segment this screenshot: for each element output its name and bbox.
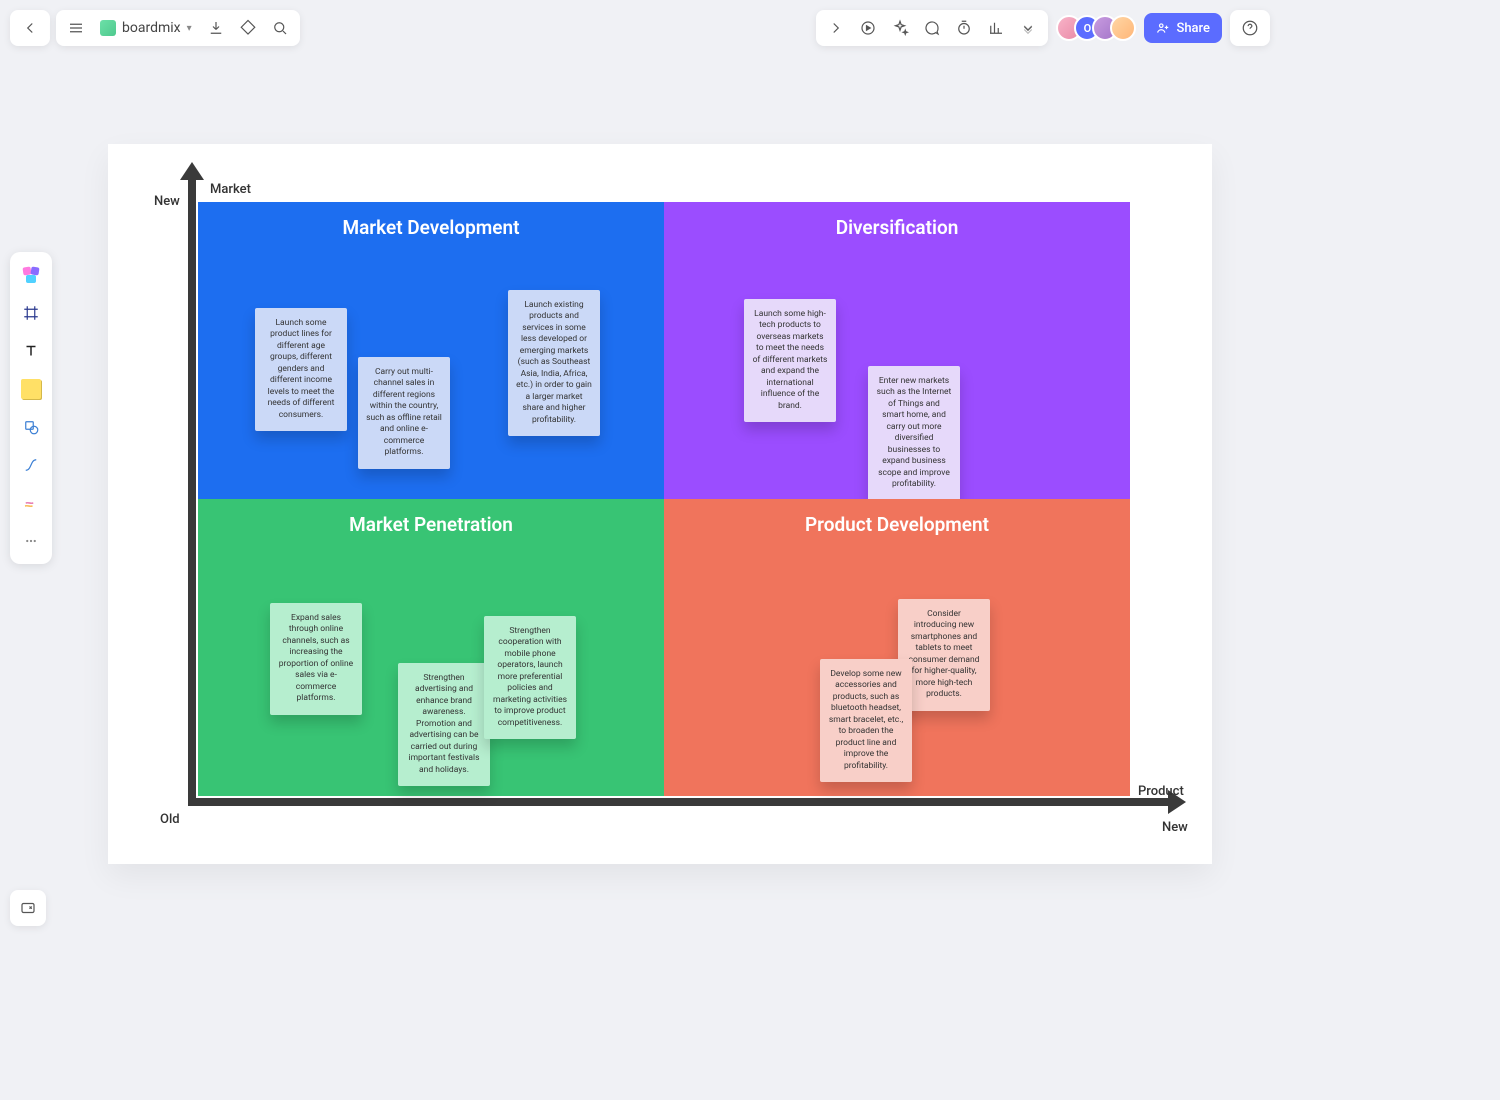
quadrant-title: Diversification (664, 216, 1130, 239)
quadrant-title: Market Development (198, 216, 664, 239)
sticky-note[interactable]: Launch some high-tech products to overse… (744, 299, 836, 422)
play-button[interactable] (852, 12, 884, 44)
side-toolbar (10, 252, 52, 564)
brand-name: boardmix (122, 20, 181, 36)
chevron-down-icon (1019, 19, 1037, 37)
share-label: Share (1176, 21, 1210, 36)
y-axis (188, 174, 196, 804)
more-tools-button[interactable] (14, 524, 48, 558)
avatar[interactable] (1110, 15, 1136, 41)
sticky-button[interactable] (14, 372, 48, 406)
templates-button[interactable] (14, 258, 48, 292)
sticky-note[interactable]: Launch existing products and services in… (508, 290, 600, 436)
quadrant-market-penetration[interactable]: Market Penetration Expand sales through … (198, 499, 664, 796)
quadrant-diversification[interactable]: Diversification Launch some high-tech pr… (664, 202, 1130, 499)
comment-icon (923, 19, 941, 37)
quadrant-market-development[interactable]: Market Development Launch some product l… (198, 202, 664, 499)
back-button[interactable] (14, 12, 46, 44)
chevron-right-icon (827, 19, 845, 37)
avatar-initial: O (1084, 22, 1092, 35)
quadrant-product-development[interactable]: Product Development Consider introducing… (664, 499, 1130, 796)
quadrant-title: Market Penetration (198, 513, 664, 536)
frame-icon (22, 304, 40, 322)
shape-button[interactable] (14, 410, 48, 444)
sticky-note[interactable]: Expand sales through online channels, su… (270, 603, 362, 715)
pen-icon (22, 494, 40, 512)
templates-icon (21, 267, 41, 283)
top-left-toolbar: boardmix ▾ (10, 10, 300, 46)
sticky-note[interactable]: Carry out multi-channel sales in differe… (358, 357, 450, 469)
minimap-icon (19, 899, 37, 917)
chevron-left-icon (21, 19, 39, 37)
brand-dropdown[interactable]: boardmix ▾ (92, 20, 200, 36)
x-axis-label: Product (1138, 784, 1184, 799)
text-icon (22, 342, 40, 360)
ansoff-matrix: Market Development Launch some product l… (198, 202, 1130, 796)
share-button[interactable]: Share (1144, 13, 1222, 43)
menu-button[interactable] (60, 12, 92, 44)
chart-icon (987, 19, 1005, 37)
connector-icon (22, 456, 40, 474)
shape-icon (22, 418, 40, 436)
help-group (1230, 10, 1270, 46)
download-button[interactable] (200, 12, 232, 44)
sticky-note[interactable]: Develop some new accessories and product… (820, 659, 912, 782)
sticky-icon (21, 379, 41, 399)
sticky-note[interactable]: Strengthen advertising and enhance brand… (398, 663, 490, 786)
top-right-toolbar: O Share (816, 10, 1270, 46)
tag-button[interactable] (232, 12, 264, 44)
chart-button[interactable] (980, 12, 1012, 44)
actions-group (816, 10, 1048, 46)
hamburger-icon (67, 19, 85, 37)
minimap-button[interactable] (10, 890, 46, 926)
timer-icon (955, 19, 973, 37)
sticky-note[interactable]: Strengthen cooperation with mobile phone… (484, 616, 576, 739)
pen-button[interactable] (14, 486, 48, 520)
y-axis-new: New (154, 194, 180, 209)
quadrant-title: Product Development (664, 513, 1130, 536)
help-icon (1241, 19, 1259, 37)
y-axis-label: Market (210, 182, 251, 197)
sparkle-button[interactable] (884, 12, 916, 44)
timer-button[interactable] (948, 12, 980, 44)
expand-button[interactable] (820, 12, 852, 44)
back-group (10, 10, 50, 46)
download-icon (207, 19, 225, 37)
x-axis-new: New (1162, 820, 1188, 835)
comment-button[interactable] (916, 12, 948, 44)
x-axis (188, 798, 1172, 806)
origin-old: Old (160, 812, 180, 827)
brand-icon (100, 20, 116, 36)
sticky-note[interactable]: Launch some product lines for different … (255, 308, 347, 431)
connector-button[interactable] (14, 448, 48, 482)
search-icon (271, 19, 289, 37)
search-button[interactable] (264, 12, 296, 44)
sticky-note[interactable]: Enter new markets such as the Internet o… (868, 366, 960, 501)
more-button[interactable] (1012, 12, 1044, 44)
dots-icon (22, 532, 40, 550)
play-icon (859, 19, 877, 37)
help-button[interactable] (1234, 12, 1266, 44)
user-plus-icon (1156, 21, 1170, 35)
frame-button[interactable] (14, 296, 48, 330)
tag-icon (239, 19, 257, 37)
text-button[interactable] (14, 334, 48, 368)
collaborator-avatars[interactable]: O (1056, 15, 1136, 41)
whiteboard-canvas[interactable]: Market New Old Product New Market Develo… (108, 144, 1212, 864)
chevron-down-icon: ▾ (187, 23, 192, 34)
sparkle-icon (891, 19, 909, 37)
main-toolbar-group: boardmix ▾ (56, 10, 300, 46)
